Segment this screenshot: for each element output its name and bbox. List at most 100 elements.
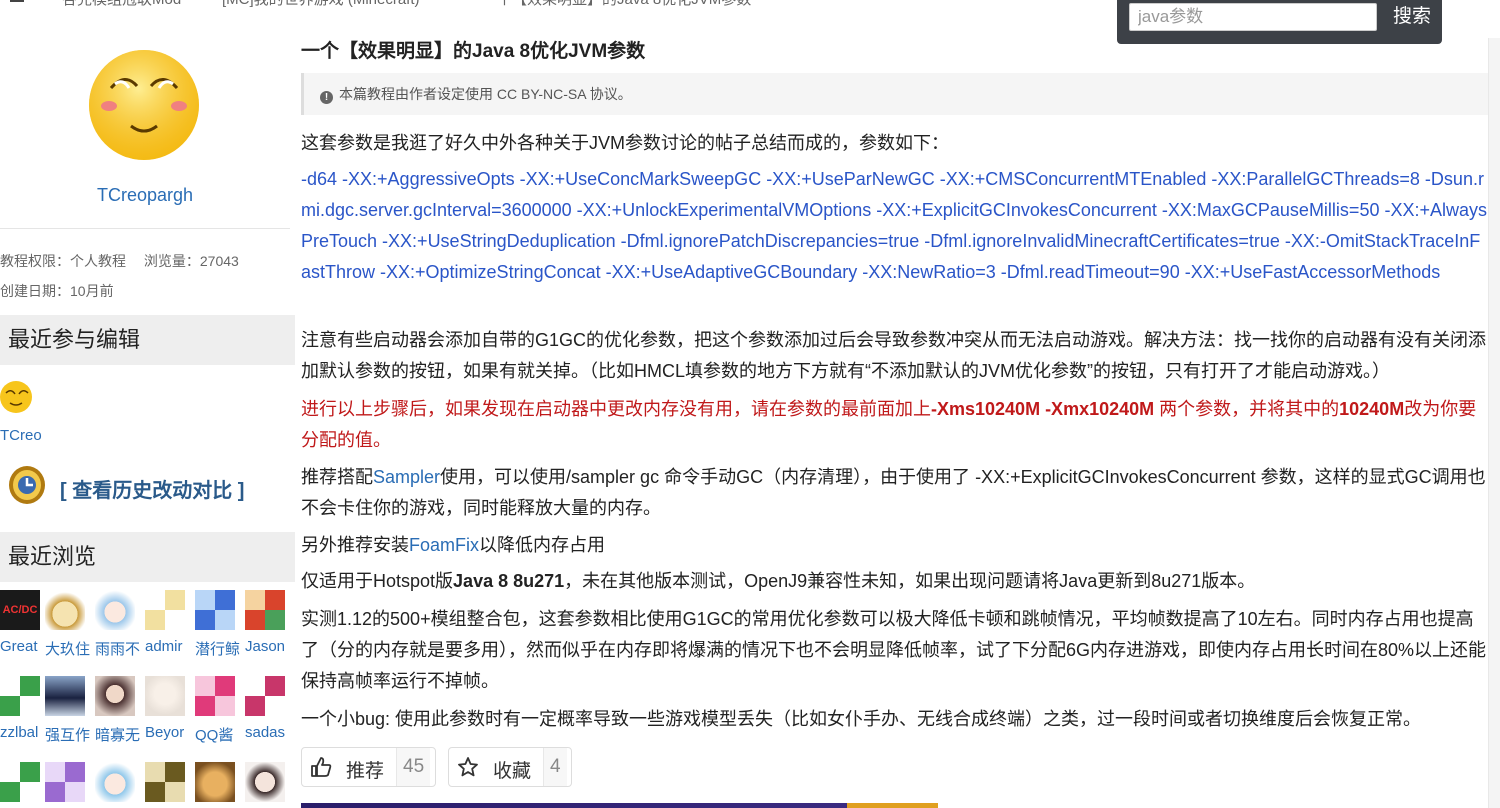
favorite-label: 收藏 — [493, 761, 532, 782]
visitor-name: zzlbal — [0, 724, 39, 741]
visitor-avatar — [45, 590, 85, 630]
visitor-avatar — [45, 676, 85, 716]
author-avatar[interactable] — [87, 48, 201, 162]
visitor[interactable]: Beyor — [145, 676, 189, 741]
visitor[interactable] — [95, 762, 139, 802]
sampler-paragraph: 推荐搭配Sampler使用，可以使用/sampler gc 命令手动GC（内存清… — [301, 462, 1488, 524]
sampler-text: 使用，可以使用/sampler gc 命令手动GC（内存清理），由于使用了 -X… — [301, 467, 1486, 518]
search-input[interactable] — [1129, 3, 1377, 31]
visitor-avatar — [0, 762, 40, 802]
jvm-params: -d64 -XX:+AggressiveOpts -XX:+UseConcMar… — [301, 169, 1487, 282]
recent-edit-title: 最近参与编辑 — [0, 315, 295, 365]
visitor-avatar — [145, 762, 185, 802]
info-icon: ! — [320, 91, 333, 104]
recent-browse-title: 最近浏览 — [0, 532, 295, 582]
created-value: 10月前 — [70, 283, 114, 299]
visitor[interactable]: Jason — [245, 590, 289, 655]
visitor-name: 大玖住 — [45, 641, 91, 658]
visitor[interactable]: QQ酱 — [195, 676, 239, 745]
visitor-avatar — [195, 590, 235, 630]
hotspot-version: Java 8 8u271 — [453, 571, 565, 591]
article-title: 一个【效果明显】的Java 8优化JVM参数 — [301, 41, 646, 62]
visitor[interactable] — [145, 762, 189, 802]
visitor[interactable]: 大玖住 — [45, 590, 91, 659]
recommend-count: 45 — [396, 748, 431, 786]
created-label: 创建日期： — [0, 283, 70, 299]
foamfix-paragraph: 另外推荐安装FoamFix以降低内存占用 — [301, 530, 1488, 561]
breadcrumb-separator: › — [460, 0, 465, 5]
visitor-avatar — [195, 676, 235, 716]
visitor-avatar — [145, 676, 185, 716]
favorite-button[interactable]: 收藏 4 — [448, 747, 572, 787]
warning-bold: 10240M — [1339, 399, 1405, 419]
thumbs-up-icon — [311, 757, 332, 777]
visitor-name: Jason — [245, 638, 286, 655]
visitor[interactable]: 雨雨不 — [95, 590, 141, 659]
foamfix-text: 以降低内存占用 — [479, 535, 606, 555]
created-meta: 创建日期：10月前 — [0, 281, 114, 301]
visitor[interactable]: admir — [145, 590, 189, 655]
bug-paragraph: 一个小bug: 使用此参数时有一定概率导致一些游戏模型丢失（比如女仆手办、无线合… — [301, 709, 1422, 729]
visitor-name: 潜行鲸 — [195, 641, 241, 658]
sampler-link[interactable]: Sampler — [373, 467, 440, 487]
author-name[interactable]: TCreopargh — [0, 185, 290, 206]
license-notice: ! 本篇教程由作者设定使用 CC BY-NC-SA 协议。 — [301, 73, 1488, 115]
visitor-name: sadas — [245, 724, 286, 741]
editor-avatar[interactable] — [0, 379, 34, 415]
editor-name[interactable]: TCreo — [0, 427, 42, 444]
license-text: 本篇教程由作者设定使用 CC BY-NC-SA 协议。 — [339, 86, 632, 102]
visitor[interactable] — [0, 762, 44, 802]
foamfix-link[interactable]: FoamFix — [409, 535, 479, 555]
visitor[interactable] — [45, 762, 89, 802]
visitor-avatar — [195, 762, 235, 802]
visitor-avatar — [45, 762, 85, 802]
search-button[interactable]: 搜索 — [1389, 2, 1435, 32]
warning-bold: -Xms10240M -Xmx10240M — [931, 399, 1155, 419]
visitor[interactable] — [245, 762, 289, 802]
sampler-text: 推荐搭配 — [301, 467, 373, 487]
memory-warning: 进行以上步骤后，如果发现在启动器中更改内存没有用，请在参数的最前面加上-Xms1… — [301, 394, 1488, 456]
intro-paragraph: 这套参数是我逛了好久中外各种关于JVM参数讨论的帖子总结而成的，参数如下： — [301, 133, 949, 153]
visitor-avatar — [245, 590, 285, 630]
views-label: 浏览量： — [143, 253, 200, 269]
hotspot-paragraph: 仅适用于Hotspot版Java 8 8u271，未在其他版本测试，OpenJ9… — [301, 566, 1488, 597]
visitor-name: QQ酱 — [195, 727, 234, 744]
visitor-avatar — [95, 762, 135, 802]
visitor[interactable]: sadas — [245, 676, 289, 741]
visitor-name: 暗寡无 — [95, 727, 141, 744]
sidebar: TCreopargh 教程权限：个人教程 浏览量：27043 创建日期：10月前… — [0, 0, 295, 808]
test-paragraph: 实测1.12的500+模组整合包，这套参数相比使用G1GC的常用优化参数可以极大… — [301, 609, 1487, 691]
breadcrumb-item-3: 一个【效果明显】的Java 8优化JVM参数 — [482, 0, 751, 8]
star-icon — [458, 757, 478, 777]
permission-label: 教程权限： — [0, 253, 70, 269]
visitor[interactable] — [195, 762, 239, 802]
history-compare-link[interactable]: [ 查看历史改动对比 ] — [8, 465, 288, 507]
visitor-name: 雨雨不 — [95, 641, 141, 658]
visitor-name: Beyor — [145, 724, 185, 741]
visitor[interactable]: zzlbal — [0, 676, 44, 741]
visitor[interactable]: 暗寡无 — [95, 676, 141, 745]
views-value: 27043 — [199, 253, 239, 269]
recommend-label: 推荐 — [346, 761, 385, 782]
visitor-avatar: AC/DC — [0, 590, 40, 630]
visitor[interactable]: 潜行鲸 — [195, 590, 241, 659]
visitor-avatar — [245, 676, 285, 716]
visitor-avatar — [95, 590, 135, 630]
hotspot-text: 仅适用于Hotspot版 — [301, 571, 454, 591]
divider — [0, 228, 290, 229]
visitor-name: Great — [0, 638, 38, 655]
permission-value: 个人教程 — [70, 253, 126, 269]
scrollbar[interactable] — [1488, 38, 1500, 808]
warning-text: 两个参数，并将其中的 — [1154, 399, 1340, 419]
bottom-banner — [301, 803, 1211, 808]
hotspot-text: ，未在其他版本测试，OpenJ9兼容性未知，如果出现问题请将Java更新到8u2… — [564, 571, 1256, 591]
recommend-button[interactable]: 推荐 45 — [301, 747, 436, 787]
clock-icon — [9, 466, 45, 504]
visitor[interactable]: AC/DC Great — [0, 590, 44, 655]
visitor-avatar — [0, 676, 40, 716]
visitor[interactable]: 强互作 — [45, 676, 90, 745]
warning-text: 进行以上步骤后，如果发现在启动器中更改内存没有用，请在参数的最前面加上 — [301, 399, 931, 419]
tutorial-meta: 教程权限：个人教程 浏览量：27043 — [0, 251, 239, 271]
visitor-avatar — [145, 590, 185, 630]
search-bar: 搜索 — [1117, 0, 1442, 44]
